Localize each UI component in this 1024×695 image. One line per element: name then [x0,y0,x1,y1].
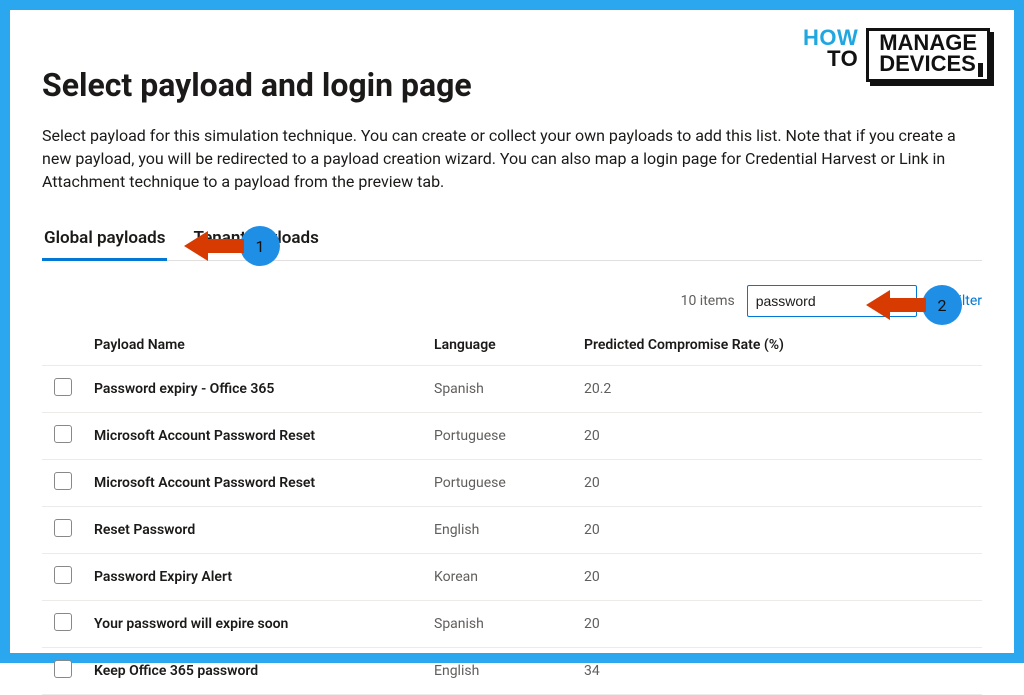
logo-devices: DEVICES [879,54,977,75]
cell-rate: 20 [576,412,982,459]
cell-language: Spanish [426,365,576,412]
app-frame: HOW TO MANAGE DEVICES Select payload and… [0,0,1024,663]
tab-global-payloads[interactable]: Global payloads [42,216,167,260]
filter-icon [929,293,945,309]
search-box[interactable] [747,285,917,317]
table-row[interactable]: Keep Office 365 password English 34 [42,647,982,694]
filter-label: Filter [951,293,982,309]
row-checkbox[interactable] [54,613,72,631]
table-row[interactable]: Your password will expire soon Spanish 2… [42,600,982,647]
table-row[interactable]: Microsoft Account Password Reset Portugu… [42,412,982,459]
table-row[interactable]: Reset Password English 20 [42,506,982,553]
row-checkbox[interactable] [54,378,72,396]
payload-tabs: Global payloads Tenant payloads [42,216,982,261]
search-input[interactable] [756,293,908,309]
header-checkbox [42,325,86,366]
row-checkbox[interactable] [54,566,72,584]
table-row[interactable]: Password Expiry Alert Korean 20 [42,553,982,600]
cell-language: English [426,506,576,553]
brand-logo: HOW TO MANAGE DEVICES [803,28,990,82]
page-description: Select payload for this simulation techn… [42,124,982,194]
header-name[interactable]: Payload Name [86,325,426,366]
cell-name[interactable]: Microsoft Account Password Reset [86,459,426,506]
cell-language: Korean [426,553,576,600]
item-count: 10 items [681,293,735,309]
table-row[interactable]: Microsoft Account Password Reset Portugu… [42,459,982,506]
cell-name[interactable]: Microsoft Account Password Reset [86,412,426,459]
cell-rate: 20 [576,459,982,506]
cell-name[interactable]: Keep Office 365 password [86,647,426,694]
row-checkbox[interactable] [54,660,72,678]
payload-table: Payload Name Language Predicted Compromi… [42,325,982,695]
cell-name[interactable]: Reset Password [86,506,426,553]
cell-rate: 34 [576,647,982,694]
cell-rate: 20.2 [576,365,982,412]
row-checkbox[interactable] [54,472,72,490]
tab-tenant-payloads[interactable]: Tenant payloads [191,216,320,260]
cell-language: English [426,647,576,694]
row-checkbox[interactable] [54,519,72,537]
filter-button[interactable]: Filter [929,293,982,309]
cell-name[interactable]: Password expiry - Office 365 [86,365,426,412]
logo-to: TO [803,49,858,70]
cell-language: Portuguese [426,412,576,459]
cell-rate: 20 [576,506,982,553]
cell-rate: 20 [576,553,982,600]
logo-box: MANAGE DEVICES [866,28,990,82]
header-language[interactable]: Language [426,325,576,366]
row-checkbox[interactable] [54,425,72,443]
table-toolbar: 10 items Filter [42,275,982,325]
cell-name[interactable]: Your password will expire soon [86,600,426,647]
cell-language: Spanish [426,600,576,647]
cell-name[interactable]: Password Expiry Alert [86,553,426,600]
logo-howto: HOW TO [803,28,858,70]
cell-language: Portuguese [426,459,576,506]
table-row[interactable]: Password expiry - Office 365 Spanish 20.… [42,365,982,412]
cell-rate: 20 [576,600,982,647]
header-rate[interactable]: Predicted Compromise Rate (%) [576,325,982,366]
